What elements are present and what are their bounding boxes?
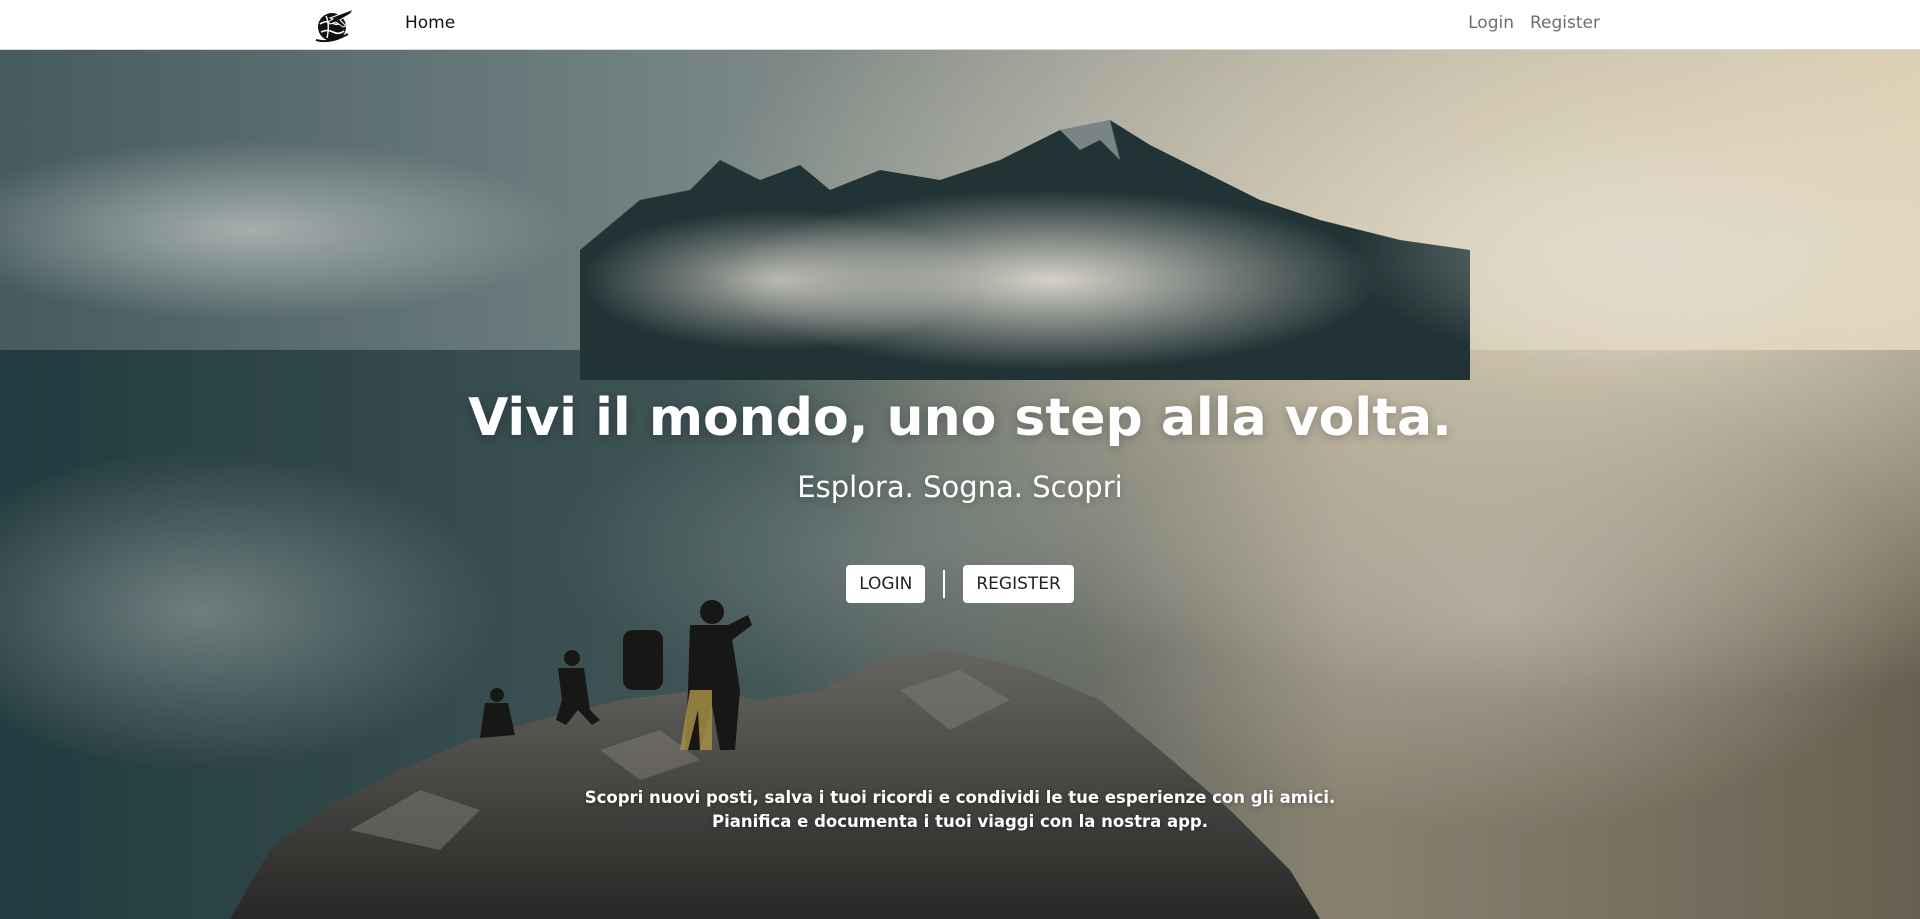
hero-section: Vivi il mondo, uno step alla volta. Espl… — [0, 50, 1920, 919]
register-button[interactable]: REGISTER — [963, 565, 1074, 603]
hero-subtitle: Esplora. Sogna. Scopri — [797, 470, 1123, 504]
hero-cta-row: LOGIN REGISTER — [0, 565, 1920, 603]
nav-login-link[interactable]: Login — [1468, 13, 1514, 33]
airplane-globe-logo-icon[interactable] — [312, 6, 356, 44]
hero-title: Vivi il mondo, uno step alla volta. — [468, 388, 1452, 448]
cta-divider — [943, 570, 946, 598]
hero-description-line-1: Scopri nuovi posti, salva i tuoi ricordi… — [584, 788, 1336, 807]
nav-auth-links: Login Register — [1468, 13, 1600, 33]
nav-register-link[interactable]: Register — [1530, 13, 1600, 33]
hero-description-line-2: Pianifica e documenta i tuoi viaggi con … — [712, 812, 1208, 831]
nav-home-link[interactable]: Home — [405, 13, 455, 33]
navbar: Home Login Register — [0, 0, 1920, 50]
hero-description: Scopri nuovi posti, salva i tuoi ricordi… — [0, 786, 1920, 834]
login-button[interactable]: LOGIN — [846, 565, 926, 603]
